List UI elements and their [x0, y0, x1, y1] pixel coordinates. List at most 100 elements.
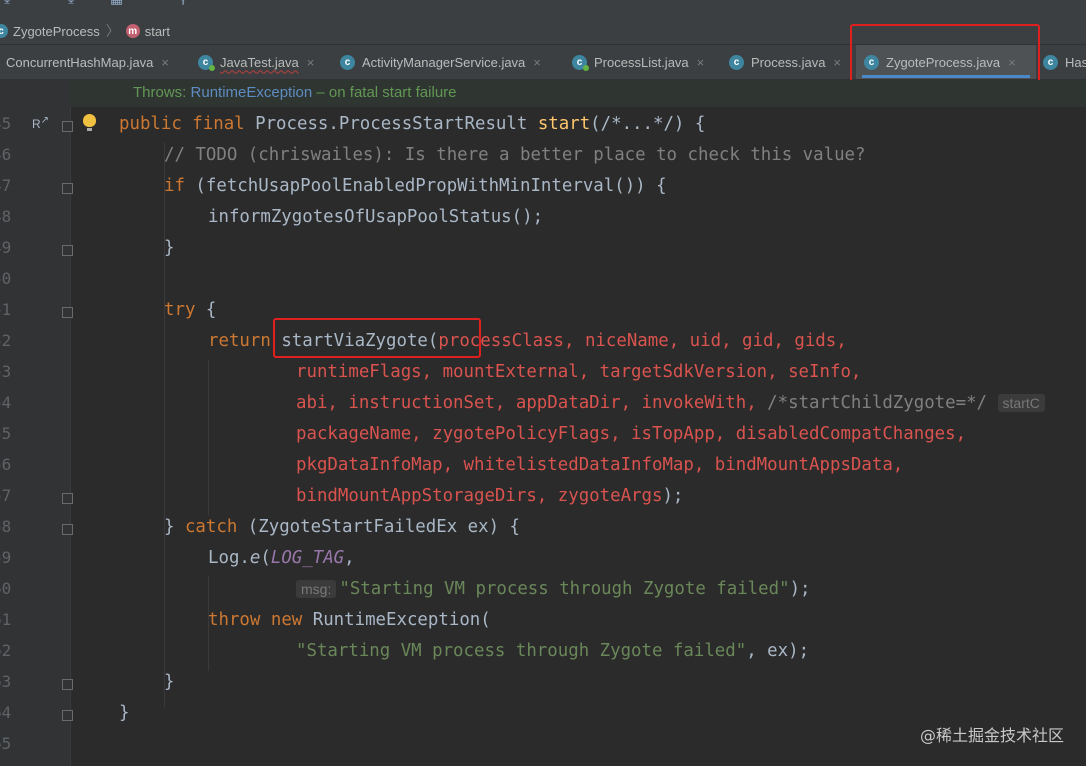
code-text: ); [789, 579, 811, 599]
static-field: LOG_TAG [270, 548, 345, 568]
close-icon[interactable]: × [533, 55, 541, 70]
code-line-51[interactable]: try { [164, 300, 216, 320]
tab-concurrenthashmap[interactable]: ConcurrentHashMap.java × [6, 45, 169, 79]
override-icon[interactable]: R↗ [32, 115, 49, 131]
close-icon[interactable]: × [161, 55, 169, 70]
toolbar-icon[interactable]: ⤓ [4, 0, 10, 7]
code-line-61[interactable]: throw new RuntimeException( [208, 610, 491, 630]
code-line-46[interactable]: // TODO (chriswailes): Is there a better… [164, 145, 866, 165]
line-number: 52 [0, 331, 12, 350]
close-icon[interactable]: × [1008, 55, 1016, 70]
parameter-hint: msg: [296, 580, 337, 598]
tab-hash[interactable]: c Has [1043, 45, 1086, 79]
code-line-55[interactable]: packageName, zygotePolicyFlags, isTopApp… [296, 424, 966, 444]
tab-label: ActivityManagerService.java [362, 54, 526, 70]
line-number: 51 [0, 300, 12, 319]
tab-javatest[interactable]: c JavaTest.java × [198, 45, 314, 79]
code-keyword: throw [208, 610, 261, 630]
method-name: start [537, 114, 591, 134]
code-text: ); [662, 486, 684, 506]
line-number: 56 [0, 455, 12, 474]
code-line-54[interactable]: abi, instructionSet, appDataDir, invokeW… [296, 393, 1048, 413]
line-number: 61 [0, 610, 12, 629]
lightbulb-icon[interactable] [83, 114, 96, 131]
code-line-62[interactable]: "Starting VM process through Zygote fail… [296, 641, 809, 661]
line-number: 64 [0, 703, 12, 722]
method-call: e [249, 548, 261, 568]
code-line-52[interactable]: return startViaZygote(processClass, nice… [208, 331, 847, 351]
fold-icon[interactable] [62, 307, 73, 318]
breadcrumb: c ZygoteProcess 〉 m start [0, 21, 170, 41]
layout-icon[interactable]: ▦ [110, 0, 123, 7]
code-line-63[interactable]: } [164, 672, 174, 692]
close-icon[interactable]: × [697, 55, 705, 70]
code-keyword: public final [119, 114, 245, 134]
tab-activitymanagerservice[interactable]: c ActivityManagerService.java × [340, 45, 541, 79]
close-icon[interactable]: × [307, 55, 315, 70]
code-params: bindMountAppStorageDirs, zygoteArgs [296, 486, 663, 506]
parameter-hint: startC [997, 394, 1045, 412]
fold-icon[interactable] [62, 493, 73, 504]
code-text: (ZygoteStartFailedEx ex) { [237, 517, 521, 537]
code-line-48[interactable]: informZygotesOfUsapPoolStatus(); [208, 207, 543, 227]
code-text: (/*...*/) { [590, 114, 706, 134]
line-number: 45 [0, 114, 12, 133]
code-string: "Starting VM process through Zygote fail… [296, 641, 747, 661]
code-line-53[interactable]: runtimeFlags, mountExternal, targetSdkVe… [296, 362, 861, 382]
class-icon: c [864, 54, 879, 70]
breadcrumb-method[interactable]: start [145, 24, 170, 39]
code-text: ( [260, 548, 271, 568]
javadoc-text: Throws: RuntimeException – on fatal star… [133, 84, 457, 101]
override-arrow: ↗ [40, 115, 50, 126]
tab-label: ProcessList.java [594, 54, 689, 70]
fold-icon[interactable] [62, 183, 73, 194]
code-text: , [344, 548, 355, 568]
class-icon: c [572, 54, 589, 71]
tab-zygoteprocess[interactable]: c ZygoteProcess.java × [856, 45, 1036, 79]
code-line-64[interactable]: } [119, 703, 129, 723]
code-text: Process.ProcessStartResult [244, 114, 538, 134]
class-icon: c [0, 24, 8, 38]
tab-processlist[interactable]: c ProcessList.java × [572, 45, 704, 79]
code-line-58[interactable]: } catch (ZygoteStartFailedEx ex) { [164, 517, 520, 537]
code-line-59[interactable]: Log.e(LOG_TAG, [208, 548, 355, 568]
line-number: 46 [0, 145, 12, 164]
tab-process[interactable]: c Process.java × [729, 45, 841, 79]
code-params: abi, instructionSet, appDataDir, invokeW… [296, 393, 768, 413]
close-icon[interactable]: × [833, 55, 841, 70]
code-text: RuntimeException( [302, 610, 491, 630]
method-call: startViaZygote( [281, 331, 439, 351]
toolbar-icon[interactable]: ⤓ [68, 0, 74, 7]
fold-icon[interactable] [62, 710, 73, 721]
code-line-47[interactable]: if (fetchUsapPoolEnabledPropWithMinInter… [164, 176, 667, 196]
search-icon[interactable]: ⚲ [178, 0, 188, 7]
fold-icon[interactable] [62, 245, 73, 256]
code-text: Log. [208, 548, 250, 568]
line-number: 54 [0, 393, 12, 412]
code-comment: /*startChildZygote=*/ [767, 393, 988, 413]
javadoc-exception-link[interactable]: RuntimeException [191, 84, 313, 101]
fold-icon[interactable] [62, 679, 73, 690]
code-line-56[interactable]: pkgDataInfoMap, whitelistedDataInfoMap, … [296, 455, 903, 475]
navigation-bar: ⤓ ⤓ ▦ ⚲ c ZygoteProcess 〉 m start [0, 0, 1086, 45]
watermark: @稀土掘金技术社区 [919, 726, 1064, 745]
code-line-49[interactable]: } [164, 238, 174, 258]
line-number: 47 [0, 176, 12, 195]
javadoc-description: – on fatal start failure [312, 84, 457, 101]
code-line-45[interactable]: public final Process.ProcessStartResult … [119, 114, 705, 134]
line-number: 60 [0, 579, 12, 598]
code-keyword: return [208, 331, 271, 351]
line-number: 57 [0, 486, 12, 505]
breadcrumb-class[interactable]: ZygoteProcess [13, 24, 100, 39]
indent-guide [164, 142, 165, 708]
class-icon: c [198, 54, 215, 71]
code-line-57[interactable]: bindMountAppStorageDirs, zygoteArgs); [296, 486, 683, 506]
fold-icon[interactable] [62, 121, 73, 132]
line-number: 55 [0, 424, 12, 443]
code-keyword: catch [184, 517, 238, 537]
fold-icon[interactable] [62, 524, 73, 535]
code-keyword: if [164, 176, 185, 196]
class-icon: c [340, 54, 355, 70]
tab-label: Has [1065, 54, 1086, 70]
code-line-60[interactable]: msg: "Starting VM process through Zygote … [296, 579, 811, 599]
